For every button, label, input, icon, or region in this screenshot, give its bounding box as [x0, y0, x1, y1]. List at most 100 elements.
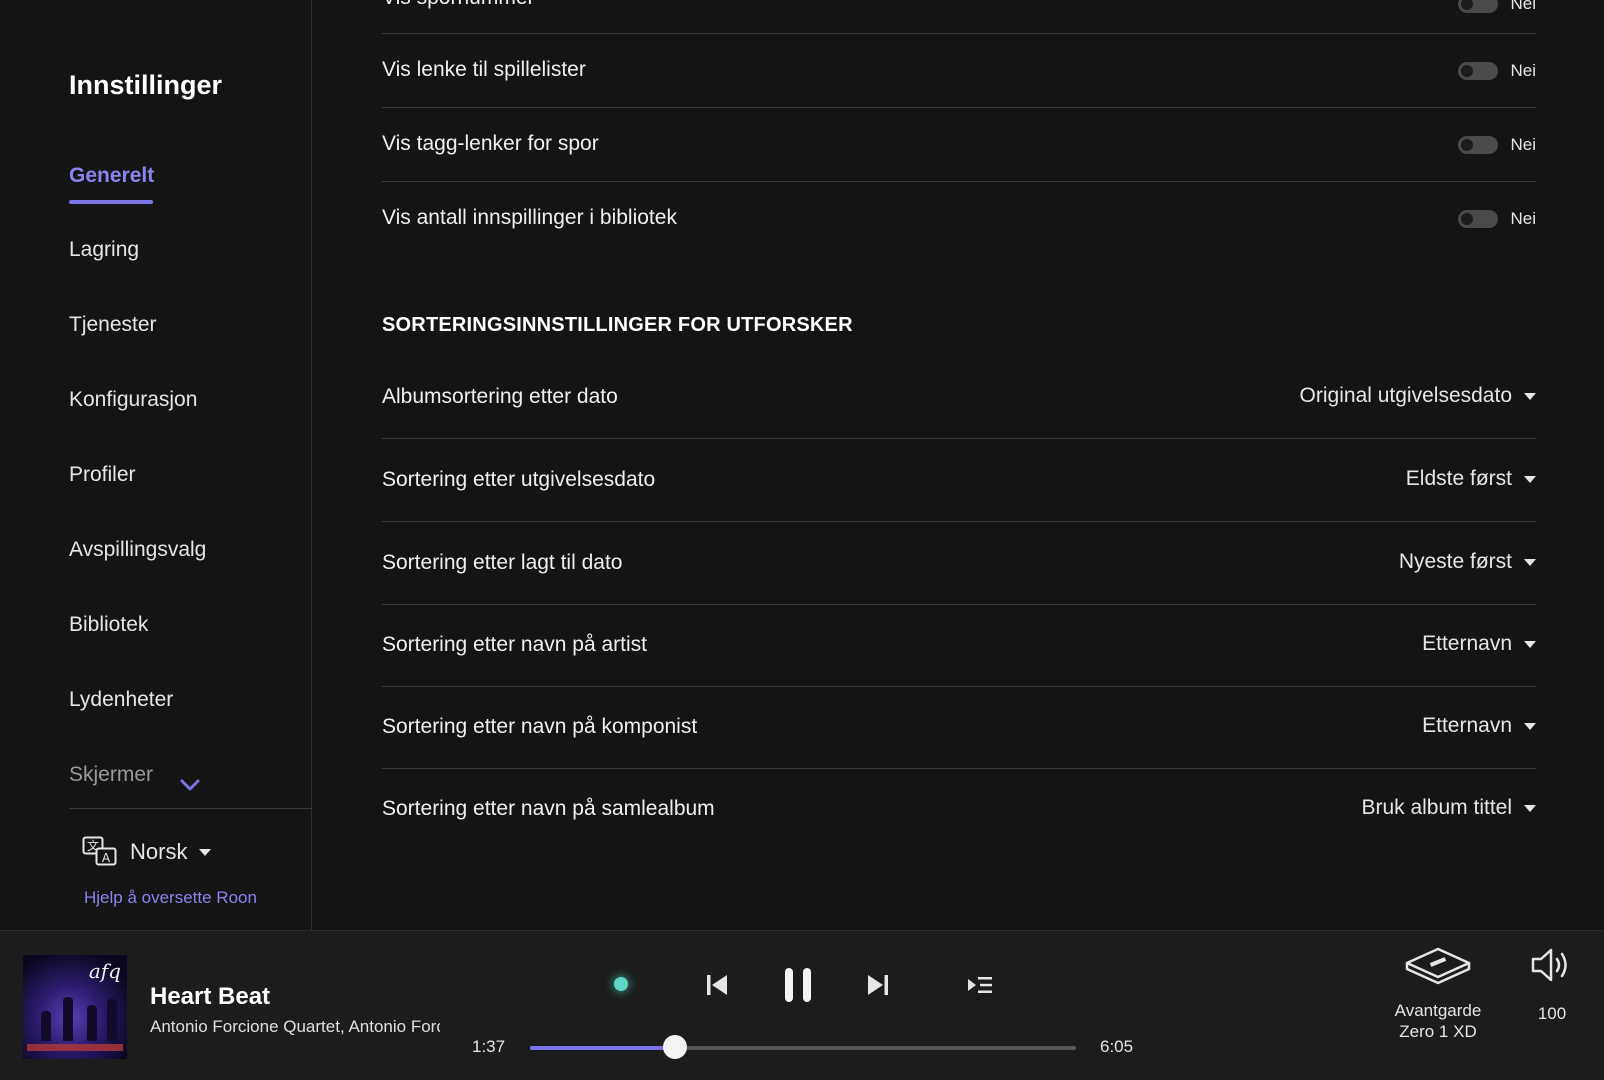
svg-text:A: A	[102, 851, 111, 865]
setting-row: Vis spornummer Nei	[382, 0, 1536, 34]
toggle-value: Nei	[1510, 135, 1536, 154]
sidebar-title: Innstillinger	[69, 70, 223, 100]
setting-row: Albumsortering etter dato Original utgiv…	[382, 355, 1536, 439]
dropdown-value: Original utgivelsesdato	[1299, 384, 1512, 407]
language-selector[interactable]: 文 A Norsk	[82, 835, 212, 869]
setting-row: Sortering etter utgivelsesdato Eldste fø…	[382, 439, 1536, 522]
track-title[interactable]: Heart Beat	[150, 983, 270, 1011]
toggle-track	[1458, 210, 1499, 228]
player-bar: afq Heart Beat Antonio Forcione Quartet,…	[0, 930, 1604, 1080]
album-art-figure	[41, 1011, 51, 1041]
sidebar-item-avspillingsvalg[interactable]: Avspillingsvalg	[69, 538, 206, 562]
toggle-switch[interactable]: Nei	[1458, 0, 1536, 14]
elapsed-time: 1:37	[472, 1037, 506, 1056]
sidebar-item-lydenheter[interactable]: Lydenheter	[69, 688, 173, 712]
setting-label: Sortering etter navn på komponist	[382, 715, 698, 738]
settings-sidebar: Innstillinger Generelt Lagring Tjenester…	[0, 0, 312, 930]
sidebar-item-skjermer[interactable]: Skjermer	[69, 763, 153, 787]
caret-down-icon	[1524, 640, 1536, 648]
toggle-switch[interactable]: Nei	[1458, 135, 1536, 155]
dropdown-select[interactable]: Eldste først	[1406, 467, 1536, 491]
help-translate-link[interactable]: Hjelp å oversette Roon	[84, 888, 257, 908]
pause-icon	[785, 968, 811, 1002]
dropdown-value: Eldste først	[1405, 467, 1512, 490]
zone-name: Avantgarde Zero 1 XD	[1394, 1001, 1482, 1041]
skip-next-icon	[868, 975, 888, 995]
setting-label: Vis lenke til spillelister	[382, 58, 586, 81]
caret-down-icon	[1524, 722, 1536, 730]
toggle-value: Nei	[1510, 0, 1536, 13]
skip-previous-icon	[707, 975, 727, 995]
toggle-track	[1458, 0, 1499, 13]
toggle-switch[interactable]: Nei	[1458, 209, 1536, 229]
setting-label: Albumsortering etter dato	[382, 385, 618, 408]
setting-row: Sortering etter lagt til dato Nyeste før…	[382, 522, 1536, 605]
sidebar-item-profiler[interactable]: Profiler	[69, 463, 136, 487]
toggle-switch[interactable]: Nei	[1458, 61, 1536, 81]
sidebar-item-lagring[interactable]: Lagring	[69, 238, 139, 262]
caret-down-icon	[1524, 804, 1536, 812]
audio-device-icon	[1405, 947, 1471, 985]
seek-bar[interactable]	[530, 1035, 1076, 1059]
toggle-value: Nei	[1510, 61, 1536, 80]
album-art[interactable]: afq	[23, 955, 127, 1059]
setting-label: Vis antall innspillinger i bibliotek	[382, 206, 677, 229]
signal-path-dot[interactable]	[614, 977, 628, 991]
dropdown-select[interactable]: Etternavn	[1422, 632, 1536, 656]
setting-label: Sortering etter navn på samlealbum	[382, 797, 715, 820]
queue-icon	[968, 977, 992, 993]
album-art-figure	[87, 1005, 97, 1041]
sidebar-item-tjenester[interactable]: Tjenester	[69, 313, 157, 337]
sidebar-divider	[69, 808, 312, 809]
queue-button[interactable]	[958, 963, 1002, 1007]
setting-row: Vis lenke til spillelister Nei	[382, 34, 1536, 108]
chevron-down-icon[interactable]	[180, 778, 200, 792]
album-art-strip	[27, 1044, 123, 1051]
setting-label: Vis spornummer	[382, 0, 535, 10]
caret-down-icon	[1524, 392, 1536, 400]
album-art-figure	[63, 997, 73, 1041]
caret-down-icon	[1524, 475, 1536, 483]
zone-selector[interactable]: Avantgarde Zero 1 XD	[1388, 945, 1488, 1042]
translate-icon: 文 A	[82, 836, 117, 866]
setting-row: Vis tagg-lenker for spor Nei	[382, 108, 1536, 182]
setting-label: Vis tagg-lenker for spor	[382, 132, 599, 155]
language-label: Norsk	[130, 839, 188, 864]
toggle-track	[1458, 62, 1499, 80]
track-duration: 6:05	[1100, 1037, 1134, 1056]
dropdown-select[interactable]: Etternavn	[1422, 714, 1536, 738]
sidebar-item-konfigurasjon[interactable]: Konfigurasjon	[69, 388, 197, 412]
caret-down-icon	[199, 848, 212, 856]
dropdown-select[interactable]: Original utgivelsesdato	[1300, 384, 1536, 408]
setting-row: Sortering etter navn på komponist Ettern…	[382, 687, 1536, 769]
dropdown-value: Bruk album tittel	[1361, 796, 1512, 819]
setting-label: Sortering etter navn på artist	[382, 633, 647, 656]
settings-content: Vis spornummer Nei Vis lenke til spillel…	[312, 0, 1604, 930]
album-art-figure	[107, 999, 117, 1041]
track-artist[interactable]: Antonio Forcione Quartet, Antonio Forcio…	[150, 1017, 440, 1037]
setting-row: Sortering etter navn på artist Etternavn	[382, 605, 1536, 687]
dropdown-value: Nyeste først	[1398, 550, 1512, 573]
previous-button[interactable]	[695, 963, 739, 1007]
active-tab-indicator	[69, 200, 153, 204]
dropdown-select[interactable]: Bruk album tittel	[1361, 796, 1536, 820]
volume-control[interactable]: 100	[1524, 945, 1580, 1024]
sidebar-item-generelt[interactable]: Generelt	[69, 164, 154, 188]
seek-bar-handle[interactable]	[663, 1035, 688, 1059]
pause-button[interactable]	[776, 963, 820, 1007]
caret-down-icon	[1524, 558, 1536, 566]
sidebar-item-bibliotek[interactable]: Bibliotek	[69, 613, 148, 637]
toggle-track	[1458, 136, 1499, 154]
next-button[interactable]	[856, 963, 900, 1007]
dropdown-value: Etternavn	[1422, 632, 1512, 655]
toggle-value: Nei	[1510, 209, 1536, 228]
volume-level: 100	[1537, 1004, 1567, 1023]
setting-label: Sortering etter lagt til dato	[382, 551, 623, 574]
dropdown-value: Etternavn	[1422, 714, 1512, 737]
seek-bar-fill	[530, 1046, 676, 1050]
dropdown-select[interactable]: Nyeste først	[1399, 550, 1536, 574]
setting-row: Sortering etter navn på samlealbum Bruk …	[382, 769, 1536, 853]
setting-row: Vis antall innspillinger i bibliotek Nei	[382, 182, 1536, 256]
album-art-logo: afq	[88, 959, 121, 983]
volume-icon	[1531, 948, 1567, 982]
